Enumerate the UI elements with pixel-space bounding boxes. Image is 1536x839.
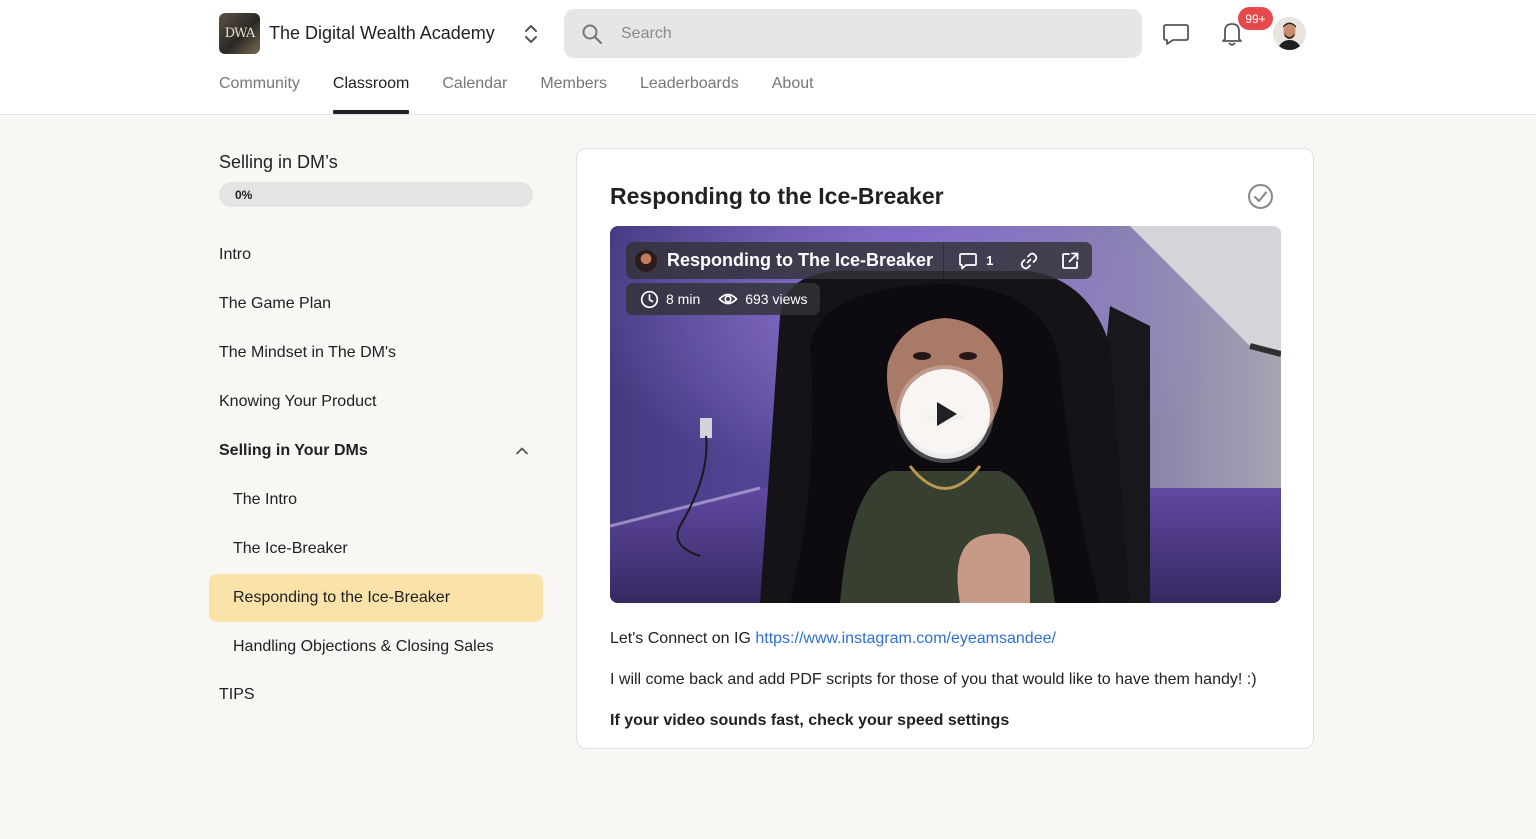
- divider: [943, 242, 945, 279]
- clock-icon: [640, 290, 659, 308]
- notification-count-badge: 99+: [1238, 7, 1273, 30]
- description-line-speed-note: If your video sounds fast, check your sp…: [610, 712, 1010, 729]
- top-header: DWA The Digital Wealth Academy 99+ Commu…: [0, 0, 1536, 115]
- author-avatar: [635, 249, 657, 272]
- video-info-bar: Responding to The Ice-Breaker 1: [626, 242, 1093, 279]
- description-line-scripts: I will come back and add PDF scripts for…: [610, 671, 1257, 688]
- course-progress-bar: 0%: [219, 182, 533, 207]
- tab-members[interactable]: Members: [540, 75, 607, 114]
- lesson-item-intro[interactable]: Intro: [209, 231, 543, 279]
- mark-complete-check-icon[interactable]: [1247, 183, 1274, 210]
- community-name[interactable]: The Digital Wealth Academy: [269, 23, 495, 44]
- search-input[interactable]: [621, 24, 1101, 43]
- lesson-item-knowing-product[interactable]: Knowing Your Product: [209, 378, 543, 426]
- lesson-label: Intro: [219, 246, 252, 263]
- lesson-label: The Mindset in The DM's: [219, 344, 397, 361]
- course-sidebar: Selling in DM’s 0% Intro The Game Plan T…: [209, 150, 543, 703]
- lesson-label: The Ice-Breaker: [233, 540, 348, 557]
- tab-about[interactable]: About: [772, 75, 814, 114]
- chat-icon[interactable]: [1162, 21, 1190, 47]
- lesson-item-tips[interactable]: TIPS: [209, 671, 543, 719]
- lesson-item-ice-breaker[interactable]: The Ice-Breaker: [209, 525, 543, 573]
- video-stats-bar: 8 min 693 views: [626, 283, 820, 315]
- lesson-item-mindset[interactable]: The Mindset in The DM's: [209, 329, 543, 377]
- video-comments-button[interactable]: 1: [958, 251, 993, 271]
- lesson-item-game-plan[interactable]: The Game Plan: [209, 280, 543, 328]
- lesson-label: The Intro: [233, 491, 298, 508]
- main-nav: Community Classroom Calendar Members Lea…: [219, 75, 847, 114]
- tab-leaderboards[interactable]: Leaderboards: [640, 75, 739, 114]
- course-progress-label: 0%: [235, 188, 253, 202]
- tab-calendar[interactable]: Calendar: [442, 75, 507, 114]
- lesson-content-card: Responding to the Ice-Breaker Responding…: [576, 148, 1314, 749]
- lesson-label: TIPS: [219, 686, 255, 703]
- lesson-label: The Game Plan: [219, 295, 332, 312]
- video-title: Responding to The Ice-Breaker: [667, 250, 934, 270]
- lesson-section-selling-in-dms[interactable]: Selling in Your DMs: [209, 427, 543, 475]
- instagram-link[interactable]: https://www.instagram.com/eyeamsandee/: [755, 630, 1056, 647]
- brand[interactable]: DWA The Digital Wealth Academy: [219, 13, 495, 54]
- switch-community-icon[interactable]: [520, 21, 542, 47]
- lesson-item-handling-objections[interactable]: Handling Objections & Closing Sales: [209, 623, 543, 671]
- eye-icon: [718, 293, 738, 305]
- video-player[interactable]: Responding to The Ice-Breaker 1 8 min 69…: [610, 226, 1281, 603]
- lesson-item-the-intro[interactable]: The Intro: [209, 476, 543, 524]
- lesson-title: Responding to the Ice-Breaker: [610, 183, 944, 209]
- tab-classroom[interactable]: Classroom: [332, 75, 410, 114]
- chevron-up-icon[interactable]: [515, 444, 529, 458]
- lesson-label: Knowing Your Product: [219, 393, 377, 410]
- search-bar[interactable]: [564, 9, 1142, 58]
- comment-count: 1: [986, 253, 994, 268]
- community-logo[interactable]: DWA: [219, 13, 260, 54]
- video-views: 693 views: [745, 291, 808, 307]
- description-line-connect: Let's Connect on IG https://www.instagra…: [610, 630, 1056, 648]
- lesson-label: Responding to the Ice-Breaker: [233, 589, 451, 606]
- description-connect-text: Let's Connect on IG: [610, 630, 756, 647]
- tab-community[interactable]: Community: [219, 75, 300, 114]
- play-button[interactable]: [900, 369, 990, 459]
- play-icon: [937, 402, 957, 426]
- lesson-label: Handling Objections & Closing Sales: [233, 638, 494, 655]
- video-duration: 8 min: [666, 291, 701, 307]
- user-avatar-image: [1273, 17, 1306, 50]
- search-icon: [582, 24, 603, 44]
- section-label: Selling in Your DMs: [219, 442, 368, 459]
- lesson-item-responding-ice-breaker[interactable]: Responding to the Ice-Breaker: [209, 574, 543, 622]
- comment-icon: [959, 252, 977, 269]
- user-avatar[interactable]: [1273, 17, 1306, 50]
- course-title: Selling in DM’s: [219, 152, 338, 172]
- copy-link-icon[interactable]: [1019, 251, 1039, 271]
- open-external-icon[interactable]: [1060, 251, 1080, 271]
